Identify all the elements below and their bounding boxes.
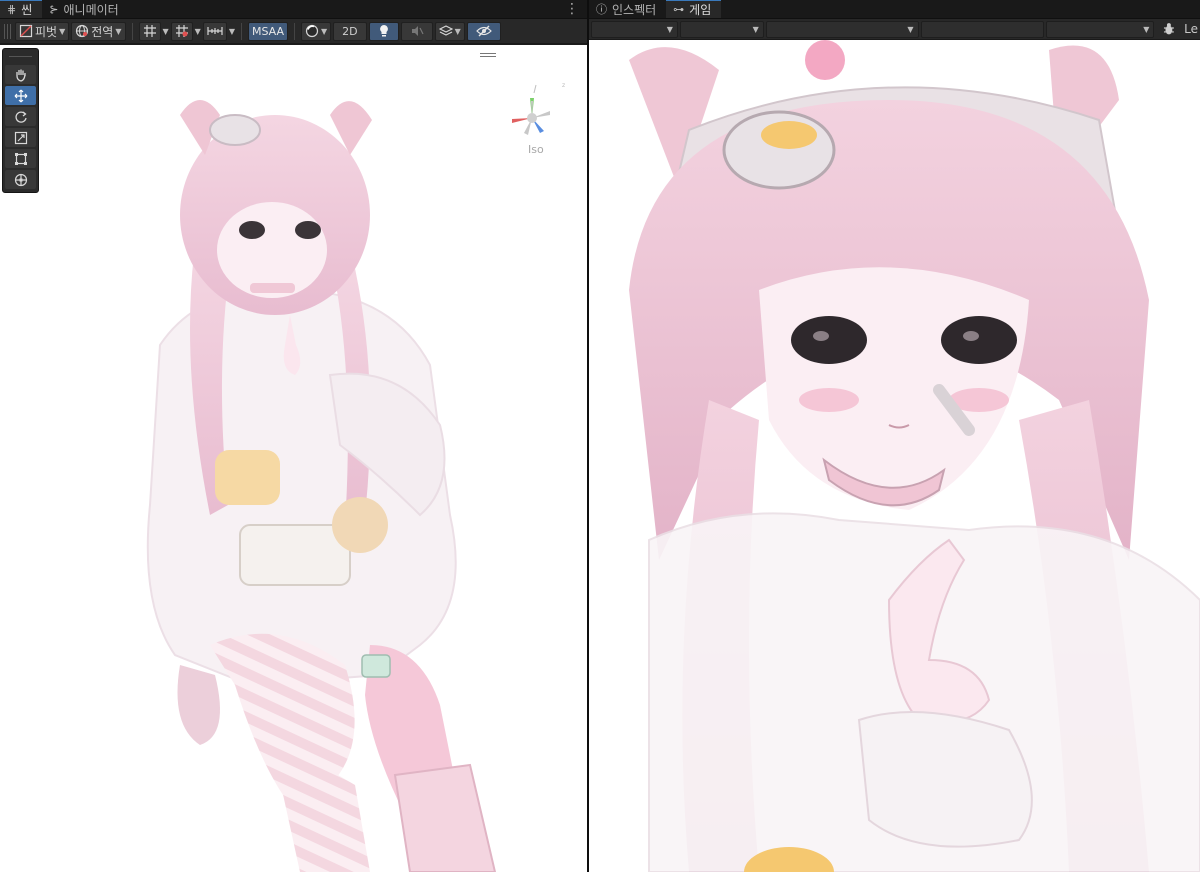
chevron-down-icon: ▼ [115,26,122,36]
effects-dropdown[interactable]: ▼ [434,21,465,41]
increment-snap-icon [175,25,188,37]
ruler-icon [207,27,223,35]
game-viewport[interactable] [589,40,1200,872]
globe-icon [76,24,89,38]
msaa-label: MSAA [251,24,285,38]
scale-icon [14,131,27,144]
speaker-muted-icon [411,26,424,36]
toolbar-separator [294,22,296,40]
move-arrows-icon [14,89,27,102]
scale-dropdown[interactable]: ▼ [765,20,919,38]
rect-tool-button[interactable] [5,149,36,168]
chevron-down-icon[interactable]: ▼ [229,27,235,36]
scene-viewport[interactable]: z Iso [0,45,587,872]
animator-icon: ⊱ [49,2,59,16]
shading-sphere-icon [305,24,319,38]
pivot-icon [19,24,33,38]
global-dropdown[interactable]: 전역 ▼ [71,21,126,41]
rect-transform-icon [14,152,27,165]
game-tabbar: ⓘ 인스펙터 ⊶ 게임 [589,0,1200,19]
2d-toggle-button[interactable]: 2D [333,21,367,41]
2d-label: 2D [342,24,358,38]
visibility-toggle-button[interactable] [466,21,501,41]
chevron-down-icon: ▼ [454,26,461,36]
scene-panel: ⋕ 씬 ⊱ 애니메이터 ⋮ 피벗 ▼ 전역 ▼ ▼ ▼ ▼ MSAA ▼ 2D … [0,0,587,872]
rotate-tool-button[interactable] [5,107,36,126]
tab-scene[interactable]: ⋕ 씬 [0,0,43,18]
tab-inspector[interactable]: ⓘ 인스펙터 [589,0,666,18]
chevron-down-icon[interactable]: ▼ [195,27,201,36]
pivot-dropdown[interactable]: 피벗 ▼ [15,21,70,41]
grid-icon: ⋕ [7,3,17,16]
chevron-down-icon: ▼ [907,24,914,34]
draw-mode-dropdown[interactable]: ▼ [301,21,332,41]
bug-icon[interactable] [1162,22,1176,36]
scale-tool-button[interactable] [5,128,36,147]
game-toolbar: ▼ ▼ ▼ ▼ Le [589,19,1200,40]
global-label: 전역 [91,24,114,39]
projection-label[interactable]: Iso [528,143,544,156]
tab-animator[interactable]: ⊱ 애니메이터 [42,0,128,18]
tab-animator-label: 애니메이터 [63,2,119,17]
game-character-render [629,40,1200,872]
stats-dropdown[interactable]: ▼ [1045,20,1155,38]
move-tool-button[interactable] [5,86,36,105]
chevron-down-icon: ▼ [752,24,759,34]
toolbar-grip[interactable] [4,23,11,39]
lighting-toggle-button[interactable] [368,21,399,41]
light-bulb-icon [379,25,388,37]
ruler-snap-button[interactable] [202,21,227,41]
aspect-dropdown[interactable]: ▼ [679,20,764,38]
pivot-label: 피벗 [35,24,58,39]
transform-icon [14,173,27,186]
msaa-button[interactable]: MSAA [247,21,289,41]
chevron-down-icon[interactable]: ▼ [163,27,169,36]
transform-tool-button[interactable] [5,170,36,189]
tab-inspector-label: 인스펙터 [612,2,657,17]
scene-toolbar: 피벗 ▼ 전역 ▼ ▼ ▼ ▼ MSAA ▼ 2D ▼ [0,19,587,44]
grid-snap-icon [143,25,156,37]
eye-hidden-icon [475,25,492,37]
audio-toggle-button[interactable] [400,21,433,41]
chevron-down-icon: ▼ [59,26,66,36]
layers-icon [438,25,453,36]
more-options-icon[interactable]: ⋮ [565,1,579,17]
chevron-down-icon: ▼ [1143,24,1150,34]
scene-tabbar: ⋕ 씬 ⊱ 애니메이터 ⋮ [0,0,587,19]
toolbar-separator [240,22,242,40]
rotate-icon [14,110,27,123]
tab-scene-label: 씬 [21,3,33,17]
play-mode-dropdown[interactable] [920,20,1044,38]
chevron-down-icon: ▼ [666,24,673,34]
tool-palette [2,48,39,193]
toolbar-separator [131,22,133,40]
grid-snap-button[interactable] [138,21,161,41]
palette-grip[interactable] [9,51,32,63]
increment-snap-button[interactable] [170,21,193,41]
overlay-menu-grip[interactable] [480,53,496,57]
tab-game[interactable]: ⊶ 게임 [666,0,722,18]
game-toolbar-text: Le [1184,22,1199,36]
svg-text:z: z [562,82,565,89]
info-icon: ⓘ [596,2,607,16]
hand-icon [15,69,26,82]
tab-game-label: 게임 [689,3,712,17]
game-panel: ⓘ 인스펙터 ⊶ 게임 ▼ ▼ ▼ ▼ Le [589,0,1200,872]
chevron-down-icon: ▼ [321,26,328,36]
scene-character-render [146,100,497,872]
hand-tool-button[interactable] [5,65,36,84]
gamepad-icon: ⊶ [673,3,685,16]
display-dropdown[interactable]: ▼ [591,20,678,38]
